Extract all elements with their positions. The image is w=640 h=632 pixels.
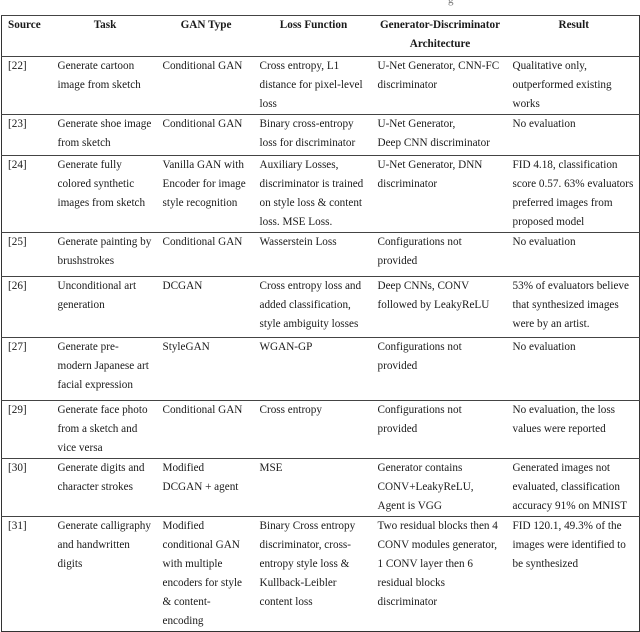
cell-source: [22] — [8, 60, 27, 72]
cell-source: [27] — [8, 341, 27, 353]
cell-architecture: Configurations not provided — [377, 404, 462, 435]
cell-task: Generate face photo from a sketch and vi… — [57, 404, 148, 454]
cell-result: 53% of evaluators believe that synthesiz… — [512, 280, 630, 330]
table-row: [26] Unconditional art generation DCGAN Cro… — [1, 276, 640, 338]
cell-task: Generate cartoon image from sketch — [57, 60, 141, 91]
cell-gan-type: Vanilla GAN with Encoder for image style… — [162, 159, 246, 209]
cell-gan-type: Conditional GAN — [162, 60, 243, 72]
cell-architecture: Deep CNNs, CONV followed by LeakyReLU — [377, 280, 490, 311]
cell-result: No evaluation, the loss values were repo… — [512, 404, 616, 435]
table-row: [24] Generate fully colored synthetic ima… — [1, 155, 640, 233]
cell-result: Generated images not evaluated, classifi… — [512, 462, 628, 512]
header-task: Task — [93, 19, 117, 31]
cell-task: Unconditional art generation — [57, 280, 137, 311]
cell-result: No evaluation — [512, 236, 576, 248]
cell-gan-type: Conditional GAN — [162, 236, 243, 248]
cell-result: FID 4.18, classification score 0.57. 63%… — [512, 159, 634, 228]
cell-loss-function: Cross entropy loss and added classificat… — [259, 280, 362, 330]
cell-loss-function: Wasserstein Loss — [259, 236, 337, 248]
cell-loss-function: Cross entropy, L1 distance for pixel-lev… — [259, 60, 363, 110]
cell-gan-type: Modified DCGAN + agent — [162, 462, 239, 493]
cell-architecture: U-Net Generator, Deep CNN discriminator — [377, 118, 490, 149]
cell-source: [25] — [8, 236, 27, 248]
cell-task: Generate digits and character strokes — [57, 462, 145, 493]
header-architecture: Generator-Discriminator Architecture — [379, 19, 501, 50]
cell-result: Qualitative only, outperformed existing … — [512, 60, 612, 110]
table-row: [29] Generate face photo from a sketch an… — [1, 400, 640, 459]
table-row: [25] Generate painting by brushstrokes Con… — [1, 232, 640, 277]
cell-task: Generate calligraphy and handwritten dig… — [57, 520, 152, 570]
cell-result: FID 120.1, 49.3% of the images were iden… — [512, 520, 626, 570]
cell-architecture: U-Net Generator, DNN discriminator — [377, 159, 483, 190]
cell-gan-type: Conditional GAN — [162, 404, 243, 416]
cell-loss-function: MSE — [259, 462, 283, 474]
header-row: Source Task GAN Type Loss Function Gener… — [2, 16, 640, 57]
cell-loss-function: Binary Cross entropy discriminator, cros… — [259, 520, 356, 608]
cell-architecture: Configurations not provided — [377, 341, 462, 372]
cell-gan-type: Conditional GAN — [162, 118, 243, 130]
cell-gan-type: StyleGAN — [162, 341, 210, 353]
cell-gan-type: DCGAN — [162, 280, 203, 292]
cell-result: No evaluation — [512, 118, 576, 130]
cell-architecture: U-Net Generator, CNN-FC discriminator — [377, 60, 500, 91]
cell-source: [29] — [8, 404, 27, 416]
cell-task: Generate fully colored synthetic images … — [57, 159, 146, 209]
table-row: [31] Generate calligraphy and handwritten… — [1, 516, 640, 632]
cell-source: [31] — [8, 520, 27, 532]
header-loss-function: Loss Function — [279, 19, 348, 31]
cell-architecture: Two residual blocks then 4 CONV modules … — [377, 520, 498, 608]
cell-source: [24] — [8, 159, 27, 171]
cell-task: Generate painting by brushstrokes — [57, 236, 152, 267]
cell-architecture: Configurations not provided — [377, 236, 462, 267]
table-row: [30] Generate digits and character stroke… — [1, 458, 640, 517]
header-gan-type: GAN Type — [180, 19, 232, 31]
cell-architecture: Generator contains CONV+LeakyReLU, Agent… — [377, 462, 474, 512]
cell-task: Generate pre- modern Japanese art facial… — [57, 341, 149, 391]
cell-source: [23] — [8, 118, 27, 130]
gan-comparison-table: Source Task GAN Type Loss Function Gener… — [1, 15, 640, 632]
table-row: [27] Generate pre- modern Japanese art fa… — [1, 337, 640, 401]
table-row: [23] Generate shoe image from sketch Condi… — [1, 114, 640, 156]
header-source: Source — [8, 19, 41, 31]
cell-loss-function: WGAN-GP — [259, 341, 313, 353]
cell-loss-function: Binary cross-entropy loss for discrimina… — [259, 118, 356, 149]
cell-loss-function: Auxiliary Losses, discriminator is train… — [259, 159, 364, 228]
header-result: Result — [558, 19, 589, 31]
cell-loss-function: Cross entropy — [259, 404, 322, 416]
cell-result: No evaluation — [512, 341, 576, 353]
caption-fragment: g — [448, 0, 454, 6]
cell-gan-type: Modified conditional GAN with multiple e… — [162, 520, 243, 627]
cell-task: Generate shoe image from sketch — [57, 118, 152, 149]
table-row: [22] Generate cartoon image from sketch Co… — [1, 56, 640, 115]
cell-source: [30] — [8, 462, 27, 474]
cell-source: [26] — [8, 280, 27, 292]
